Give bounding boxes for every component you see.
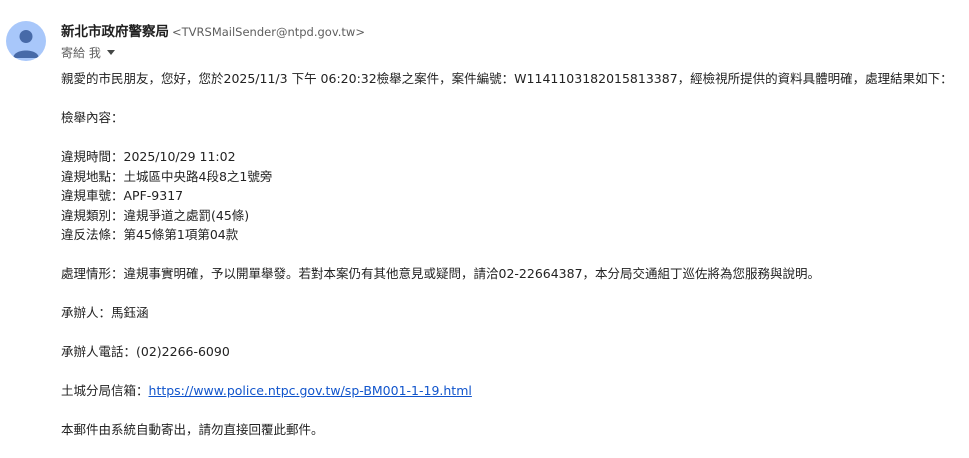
email-view: 新北市政府警察局 <TVRSMailSender@ntpd.gov.tw> 寄給 … — [0, 0, 969, 458]
sender-avatar[interactable] — [6, 21, 46, 61]
officer-text: 承辦人：馬鈺涵 — [61, 305, 149, 320]
sender-line: 新北市政府警察局 <TVRSMailSender@ntpd.gov.tw> — [61, 22, 365, 41]
mailbox-label: 土城分局信箱： — [61, 383, 149, 398]
mailbox-link[interactable]: https://www.police.ntpc.gov.tw/sp-BM001-… — [149, 383, 472, 398]
officer-phone-text: 承辦人電話：(02)2266-6090 — [61, 344, 230, 359]
detail-law: 違反法條：第45條第1項第04款 — [61, 227, 239, 242]
sender-email: <TVRSMailSender@ntpd.gov.tw> — [172, 25, 365, 39]
mailbox-line: 土城分局信箱：https://www.police.ntpc.gov.tw/sp… — [61, 382, 472, 400]
chevron-down-icon[interactable] — [106, 50, 115, 55]
sender-name[interactable]: 新北市政府警察局 — [61, 24, 169, 40]
recipient-label: 寄給 我 — [61, 46, 101, 60]
person-icon — [13, 30, 39, 58]
detail-location: 違規地點：土城區中央路4段8之1號旁 — [61, 168, 273, 184]
greeting-text: 親愛的市民朋友，您好，您於2025/11/3 下午 06:20:32檢舉之案件，… — [61, 71, 953, 86]
section-title: 檢舉內容： — [61, 110, 124, 125]
detail-plate: 違規車號：APF-9317 — [61, 188, 184, 203]
detail-time: 違規時間：2025/10/29 11:02 — [61, 149, 236, 164]
detail-category: 違規類別：違規爭道之處罰(45條) — [61, 207, 250, 223]
footer-text: 本郵件由系統自動寄出，請勿直接回覆此郵件。 — [61, 422, 324, 437]
email-header: 新北市政府警察局 <TVRSMailSender@ntpd.gov.tw> 寄給 … — [61, 22, 365, 61]
handling-text: 處理情形：違規事實明確，予以開單舉發。若對本案仍有其他意見或疑問，請洽02-22… — [61, 266, 821, 281]
recipient-line: 寄給 我 — [61, 44, 365, 61]
